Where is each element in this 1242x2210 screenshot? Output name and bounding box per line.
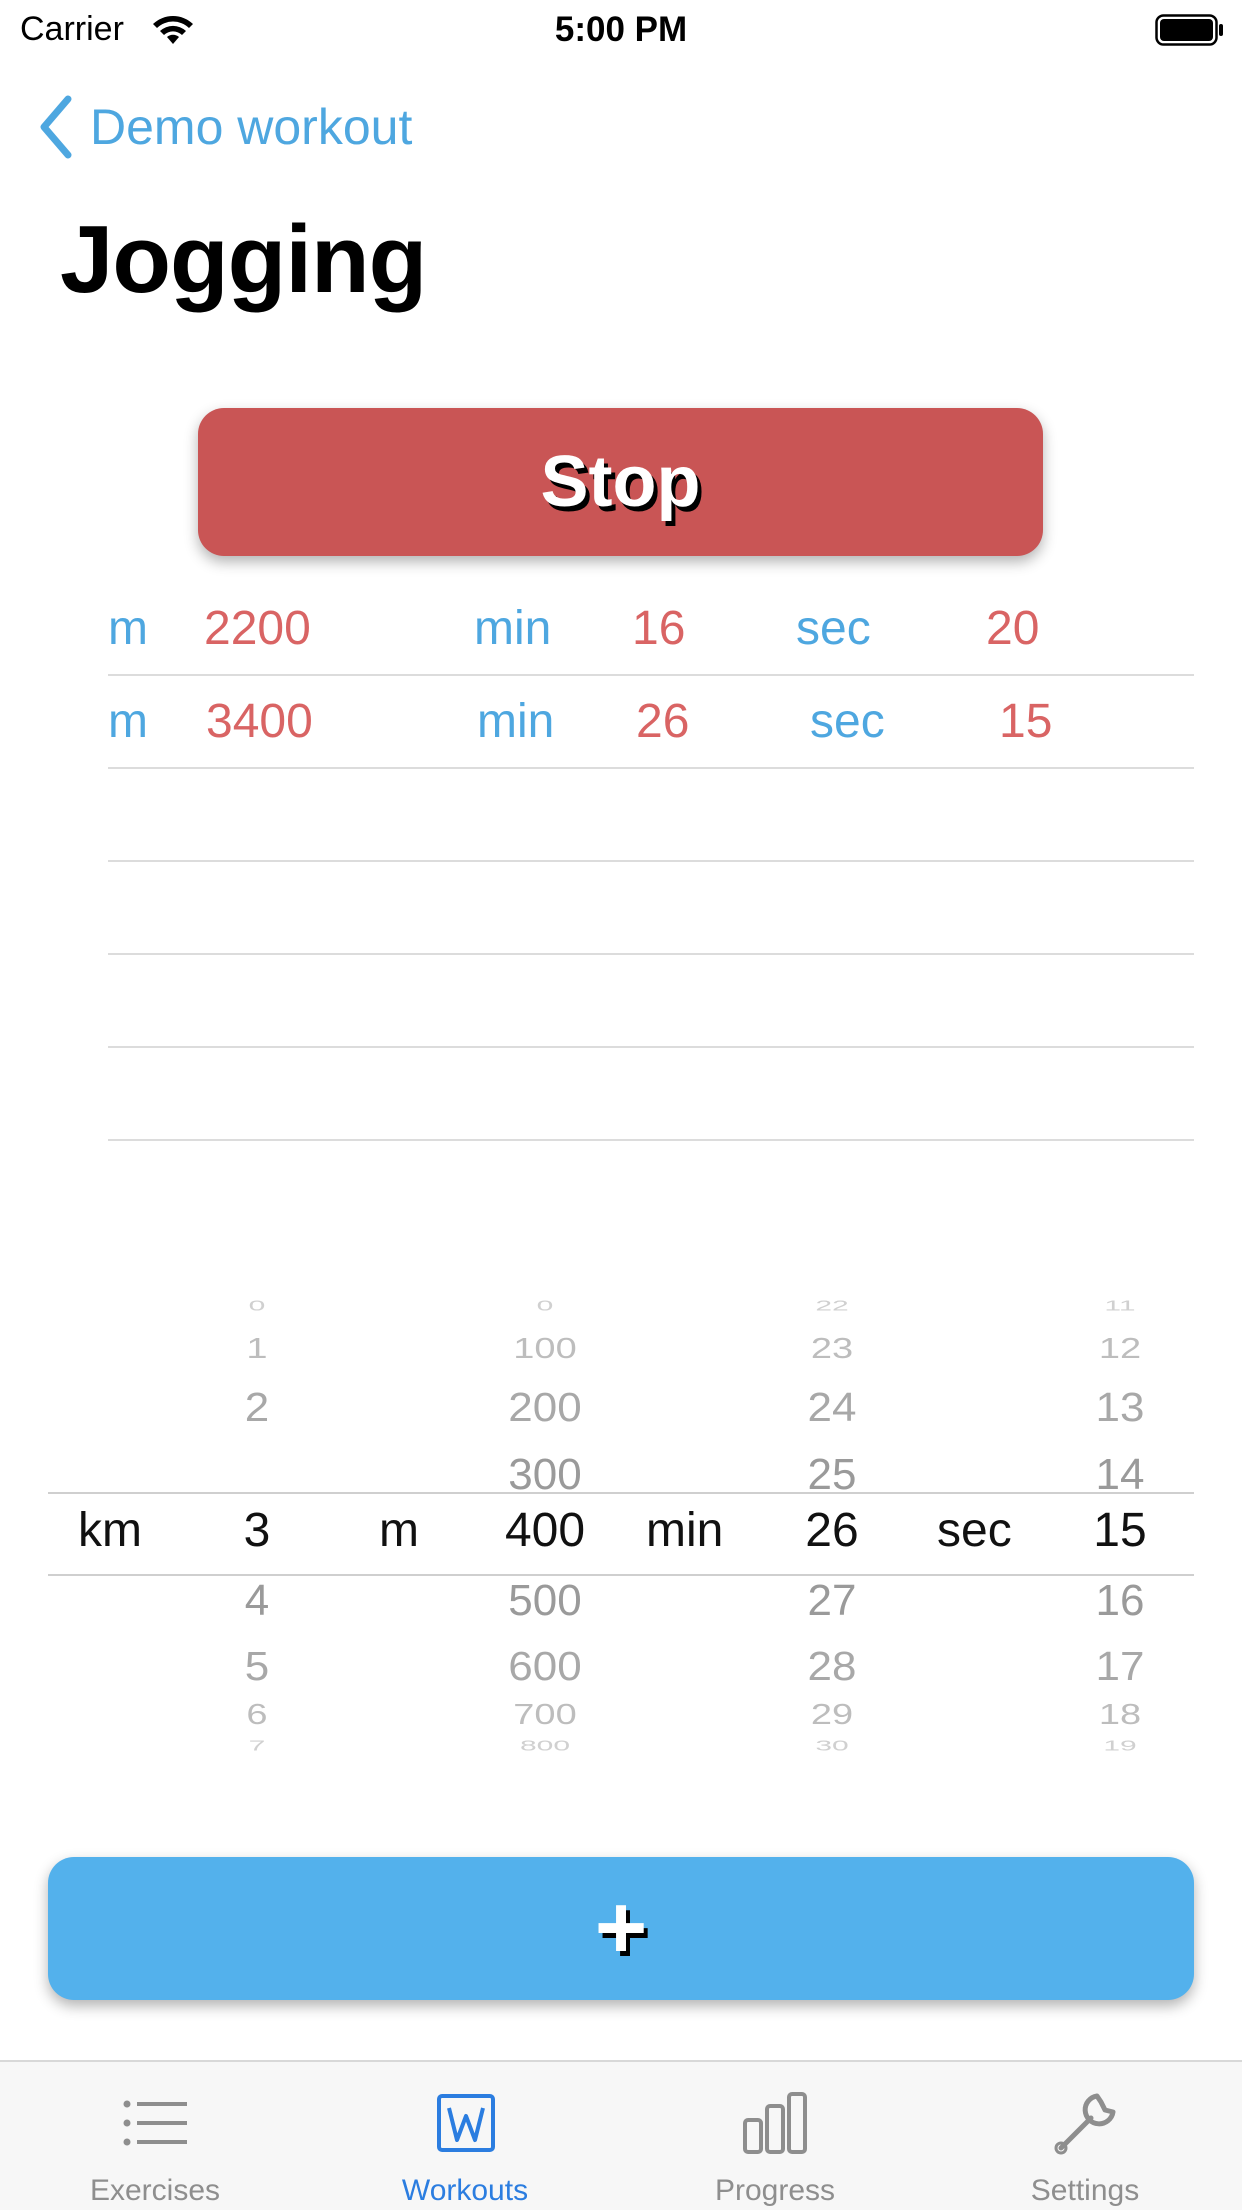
log-row-empty <box>108 955 1194 1048</box>
picker-option[interactable]: 600 <box>465 1644 625 1690</box>
chevron-left-icon <box>40 95 72 159</box>
picker-selected-value[interactable]: 3 <box>177 1503 337 1558</box>
bar-chart-icon <box>743 2092 807 2154</box>
list-icon <box>123 2100 187 2146</box>
tab-bar: Exercises Workouts Progress Settings <box>0 2060 1242 2210</box>
picker-column-m[interactable]: 300 200 100 0 400 500 600 700 800 <box>465 1270 625 1780</box>
tab-label: Workouts <box>401 2174 529 2207</box>
picker-unit-km: km <box>78 1504 142 1557</box>
picker-option[interactable]: 800 <box>465 1738 625 1755</box>
add-button[interactable]: + <box>48 1857 1194 2000</box>
picker-option[interactable]: 700 <box>465 1699 625 1731</box>
sec-value: 15 <box>999 695 1053 748</box>
picker-unit-sec: sec <box>937 1504 1012 1557</box>
page-title: Jogging <box>60 206 427 313</box>
log-list: m 2200 min 16 sec 20 m 3400 min 26 sec 1… <box>108 583 1194 1141</box>
picker-option[interactable]: 500 <box>465 1576 625 1626</box>
status-time: 5:00 PM <box>554 10 688 49</box>
picker-option[interactable]: 14 <box>1040 1450 1200 1500</box>
tab-workouts[interactable]: Workouts <box>310 2062 620 2210</box>
back-button[interactable]: Demo workout <box>36 92 412 162</box>
picker-option[interactable]: 29 <box>752 1699 912 1731</box>
picker-option[interactable]: 2 <box>177 1385 337 1431</box>
picker-selected-value[interactable]: 400 <box>465 1503 625 1558</box>
picker-option[interactable]: 17 <box>1040 1644 1200 1690</box>
distance-time-picker[interactable]: km m min sec 2 1 0 3 4 5 6 7 300 200 100 0 400 500 60… <box>0 1270 1242 1780</box>
min-unit: min <box>477 695 555 748</box>
tab-progress[interactable]: Progress <box>620 2062 930 2210</box>
picker-option[interactable]: 18 <box>1040 1699 1200 1731</box>
picker-option[interactable]: 0 <box>465 1298 625 1315</box>
dist-value: 3400 <box>206 695 313 748</box>
picker-option[interactable]: 5 <box>177 1644 337 1690</box>
tab-label: Exercises <box>89 2174 221 2207</box>
log-row-empty <box>108 1048 1194 1141</box>
picker-option[interactable]: 27 <box>752 1576 912 1626</box>
picker-option[interactable]: 11 <box>1040 1298 1200 1315</box>
dist-unit: m <box>108 695 148 748</box>
min-unit: min <box>474 602 552 655</box>
log-row[interactable]: m 2200 min 16 sec 20 <box>108 583 1194 676</box>
picker-unit-m: m <box>379 1504 419 1557</box>
min-value: 26 <box>636 695 690 748</box>
picker-option[interactable]: 4 <box>177 1576 337 1626</box>
dist-value: 2200 <box>204 602 311 655</box>
picker-column-sec[interactable]: 14 13 12 11 15 16 17 18 19 <box>1040 1270 1200 1780</box>
picker-option[interactable]: 12 <box>1040 1333 1200 1365</box>
picker-option[interactable]: 7 <box>177 1738 337 1755</box>
stop-button[interactable]: Stop <box>198 408 1043 556</box>
picker-selected-value[interactable]: 26 <box>752 1503 912 1558</box>
picker-option[interactable]: 100 <box>465 1333 625 1365</box>
picker-option[interactable]: 300 <box>465 1450 625 1500</box>
picker-option[interactable]: 16 <box>1040 1576 1200 1626</box>
picker-option[interactable]: 6 <box>177 1699 337 1731</box>
min-value: 16 <box>632 602 686 655</box>
log-row[interactable]: m 3400 min 26 sec 15 <box>108 676 1194 769</box>
picker-option[interactable]: 13 <box>1040 1385 1200 1431</box>
picker-option[interactable]: 1 <box>177 1333 337 1365</box>
picker-unit-min: min <box>646 1504 724 1557</box>
picker-option[interactable]: 0 <box>177 1298 337 1315</box>
back-label: Demo workout <box>90 99 413 155</box>
picker-column-km[interactable]: 2 1 0 3 4 5 6 7 <box>177 1270 337 1780</box>
picker-option[interactable]: 22 <box>752 1298 912 1315</box>
picker-option[interactable]: 23 <box>752 1333 912 1365</box>
picker-option[interactable]: 200 <box>465 1385 625 1431</box>
workouts-w-icon <box>437 2094 495 2152</box>
picker-option[interactable]: 24 <box>752 1385 912 1431</box>
sec-value: 20 <box>986 602 1040 655</box>
picker-column-min[interactable]: 25 24 23 22 26 27 28 29 30 <box>752 1270 912 1780</box>
tab-settings[interactable]: Settings <box>930 2062 1240 2210</box>
log-row-empty <box>108 862 1194 955</box>
battery-icon <box>1155 14 1223 46</box>
picker-option[interactable]: 28 <box>752 1644 912 1690</box>
sec-unit: sec <box>810 695 885 748</box>
sec-unit: sec <box>796 602 871 655</box>
tab-exercises[interactable]: Exercises <box>0 2062 310 2210</box>
tab-label: Progress <box>714 2174 836 2207</box>
log-row-empty <box>108 769 1194 862</box>
picker-selected-value[interactable]: 15 <box>1040 1503 1200 1558</box>
picker-option[interactable]: 19 <box>1040 1738 1200 1755</box>
dist-unit: m <box>108 602 148 655</box>
wrench-icon <box>1054 2093 1116 2155</box>
tab-label: Settings <box>1030 2174 1140 2207</box>
picker-option[interactable]: 25 <box>752 1450 912 1500</box>
picker-option[interactable]: 30 <box>752 1738 912 1755</box>
